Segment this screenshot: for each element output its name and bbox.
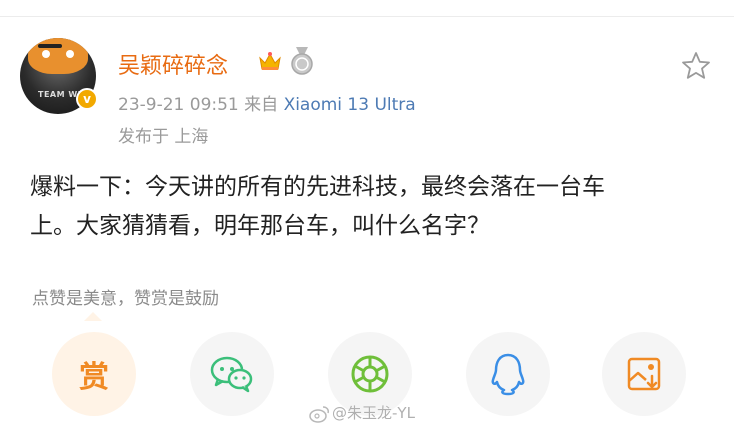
reward-button[interactable]: 赏	[52, 332, 136, 416]
save-image-icon	[627, 357, 661, 391]
share-qq-button[interactable]	[466, 332, 550, 416]
username[interactable]: 吴颖碎碎念	[118, 48, 228, 80]
tip-arrow	[84, 312, 102, 321]
device-link[interactable]: Xiaomi 13 Ultra	[284, 95, 416, 115]
tiger-stripe	[38, 44, 62, 48]
post-text-line: 爆料一下：今天讲的所有的先进科技，最终会落在一台车	[30, 174, 605, 200]
save-image-button[interactable]	[602, 332, 686, 416]
crown-badge-icon[interactable]	[258, 50, 282, 77]
post-location: 发布于 上海	[118, 127, 209, 147]
medal-badge-icon[interactable]	[290, 47, 314, 75]
qq-icon	[491, 353, 525, 396]
wechat-icon	[210, 356, 253, 393]
verified-badge-icon: v	[76, 88, 98, 110]
wechat-moments-icon	[351, 355, 389, 393]
reward-tip: 点赞是美意，赞赏是鼓励	[32, 289, 219, 309]
source-prefix: 来自	[244, 95, 279, 115]
watermark: @朱玉龙-YL	[308, 402, 415, 423]
post-text-line: 上。大家猜猜看，明年那台车，叫什么名字？	[30, 213, 490, 239]
post-meta: 23-9-21 09:51 来自 Xiaomi 13 Ultra	[118, 90, 416, 115]
top-divider	[0, 16, 734, 17]
share-wechat-button[interactable]	[190, 332, 274, 416]
watermark-text: @朱玉龙-YL	[332, 404, 415, 422]
favorite-star-icon[interactable]	[680, 50, 712, 82]
reward-button-label: 赏	[79, 360, 109, 395]
post-timestamp: 23-9-21 09:51	[118, 95, 239, 115]
post-text: 爆料一下：今天讲的所有的先进科技，最终会落在一台车 上。大家猜猜看，明年那台车，…	[30, 168, 710, 246]
weibo-logo-icon	[309, 405, 329, 423]
